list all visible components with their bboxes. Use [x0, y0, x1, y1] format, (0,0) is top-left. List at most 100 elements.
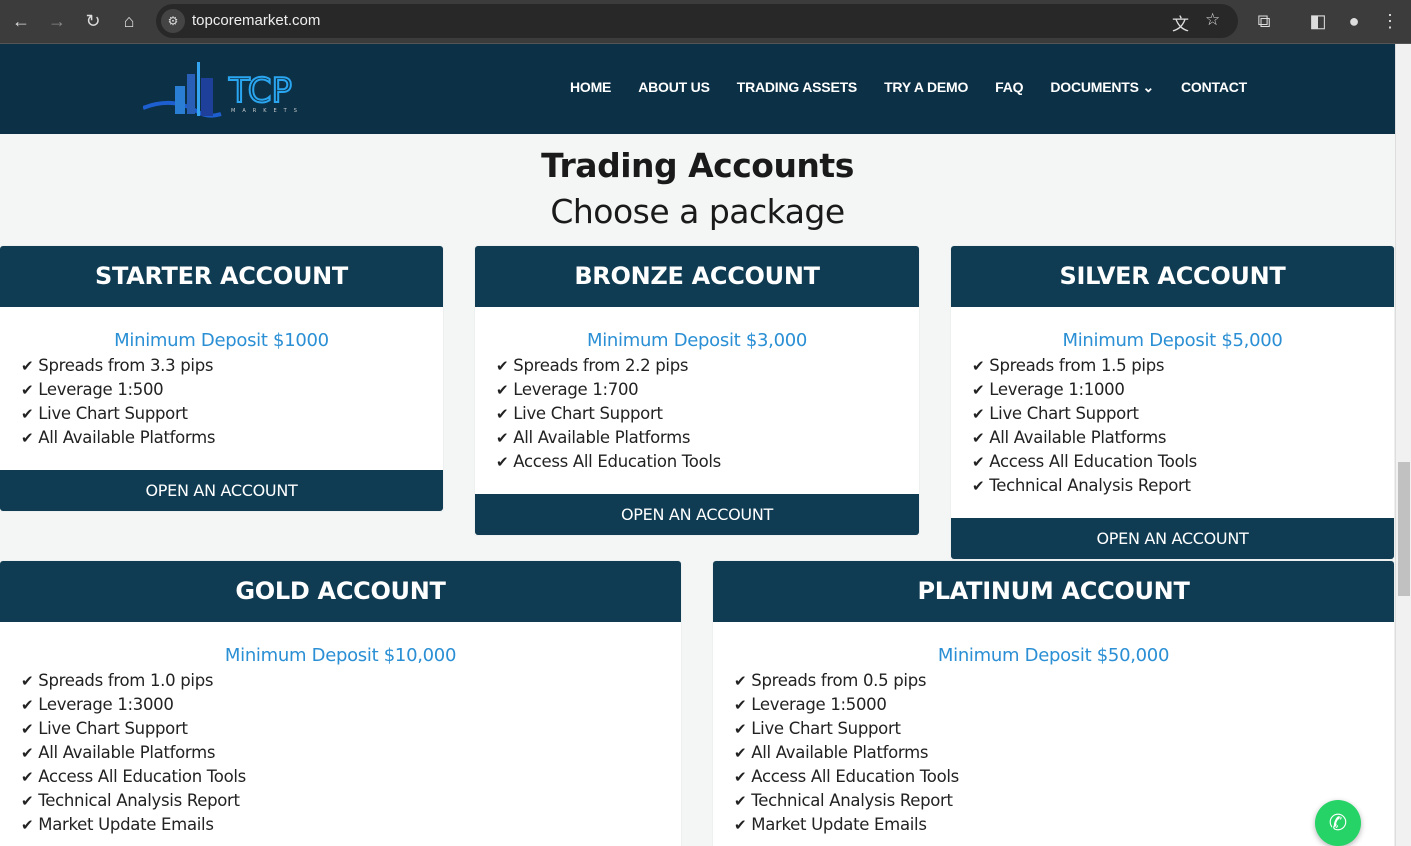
- feature-item: ✔ All Available Platforms: [496, 428, 691, 447]
- scrollbar-thumb[interactable]: [1398, 462, 1410, 596]
- feature-item: ✔ Market Update Emails: [734, 815, 927, 834]
- menu-dots-icon[interactable]: ⋮: [1377, 8, 1403, 34]
- feature-item: ✔ Live Chart Support: [21, 719, 188, 738]
- feature-item: ✔ Leverage 1:3000: [21, 695, 174, 714]
- check-icon: ✔: [972, 405, 985, 423]
- check-icon: ✔: [496, 429, 509, 447]
- feature-item: ✔ All Available Platforms: [734, 743, 929, 762]
- minimum-deposit: Minimum Deposit $3,000: [586, 330, 808, 351]
- page-subtitle: Choose a package: [550, 192, 845, 231]
- chevron-down-icon: ⌄: [1142, 79, 1155, 95]
- open-account-button[interactable]: OPEN AN ACCOUNT: [0, 470, 443, 511]
- check-icon: ✔: [734, 720, 747, 738]
- feature-item: ✔ Spreads from 1.5 pips: [972, 356, 1165, 375]
- check-icon: ✔: [496, 405, 509, 423]
- check-icon: ✔: [21, 768, 34, 786]
- check-icon: ✔: [734, 672, 747, 690]
- feature-item: ✔ Spreads from 3.3 pips: [21, 356, 214, 375]
- feature-item: ✔ Access All Education Tools: [496, 452, 721, 471]
- check-icon: ✔: [734, 816, 747, 834]
- check-icon: ✔: [734, 696, 747, 714]
- check-icon: ✔: [21, 816, 34, 834]
- feature-item: ✔ Spreads from 0.5 pips: [734, 671, 927, 690]
- open-account-button[interactable]: OPEN AN ACCOUNT: [951, 518, 1394, 559]
- address-bar[interactable]: ⚙ topcoremarket.com ⽂ ☆: [156, 4, 1238, 38]
- check-icon: ✔: [21, 744, 34, 762]
- feature-item: ✔ Access All Education Tools: [734, 767, 959, 786]
- check-icon: ✔: [734, 792, 747, 810]
- nav-home[interactable]: HOME: [570, 79, 611, 96]
- check-icon: ✔: [21, 792, 34, 810]
- main-nav: HOME ABOUT US TRADING ASSETS TRY A DEMO …: [570, 79, 1247, 96]
- card-title: SILVER ACCOUNT: [951, 246, 1394, 307]
- check-icon: ✔: [21, 672, 34, 690]
- check-icon: ✔: [972, 381, 985, 399]
- check-icon: ✔: [496, 453, 509, 471]
- minimum-deposit: Minimum Deposit $1000: [114, 330, 329, 351]
- feature-item: ✔ Leverage 1:700: [496, 380, 639, 399]
- nav-contact[interactable]: CONTACT: [1181, 79, 1247, 96]
- feature-list: ✔ Spreads from 0.5 pips ✔ Leverage 1:5000 ✔ L…: [713, 669, 1394, 837]
- check-icon: ✔: [21, 381, 34, 399]
- site-header: TCP MARKETS HOME ABOUT US TRADING ASSETS…: [0, 44, 1395, 134]
- check-icon: ✔: [21, 357, 34, 375]
- feature-list: ✔ Spreads from 1.5 pips ✔ Leverage 1:1000 ✔ L…: [951, 354, 1394, 498]
- account-card: GOLD ACCOUNT Minimum Deposit $10,000 ✔ Spr…: [0, 561, 681, 846]
- feature-list: ✔ Spreads from 2.2 pips ✔ Leverage 1:700 ✔ Li…: [475, 354, 919, 474]
- feature-list: ✔ Spreads from 3.3 pips ✔ Leverage 1:500 ✔ Li…: [0, 354, 443, 450]
- scrollbar[interactable]: [1395, 44, 1411, 846]
- check-icon: ✔: [734, 768, 747, 786]
- forward-icon[interactable]: →: [44, 8, 70, 34]
- browser-toolbar: ← → ↻ ⌂ ⚙ topcoremarket.com ⽂ ☆ ⧉ ◧ ● ⋮: [0, 0, 1411, 44]
- nav-faq[interactable]: FAQ: [995, 79, 1023, 96]
- feature-item: ✔ Spreads from 1.0 pips: [21, 671, 214, 690]
- open-account-button[interactable]: OPEN AN ACCOUNT: [475, 494, 919, 535]
- feature-list: ✔ Spreads from 1.0 pips ✔ Leverage 1:3000 ✔ L…: [0, 669, 681, 837]
- feature-item: ✔ Access All Education Tools: [21, 767, 246, 786]
- account-card: PLATINUM ACCOUNT Minimum Deposit $50,000…: [713, 561, 1394, 846]
- nav-about[interactable]: ABOUT US: [638, 79, 710, 96]
- check-icon: ✔: [972, 357, 985, 375]
- feature-item: ✔ Leverage 1:500: [21, 380, 164, 399]
- profile-icon[interactable]: ●: [1341, 8, 1367, 34]
- card-title: PLATINUM ACCOUNT: [713, 561, 1394, 622]
- feature-item: ✔ All Available Platforms: [972, 428, 1167, 447]
- logo-text: TCP: [228, 71, 292, 111]
- check-icon: ✔: [972, 453, 985, 471]
- back-icon[interactable]: ←: [8, 8, 34, 34]
- card-title: STARTER ACCOUNT: [0, 246, 443, 307]
- site-settings-icon[interactable]: ⚙: [161, 9, 185, 33]
- nav-documents[interactable]: DOCUMENTS ⌄: [1050, 79, 1154, 96]
- feature-item: ✔ All Available Platforms: [21, 743, 216, 762]
- nav-trading-assets[interactable]: TRADING ASSETS: [737, 79, 858, 96]
- feature-item: ✔ Live Chart Support: [734, 719, 901, 738]
- translate-icon[interactable]: ⽂: [1172, 10, 1189, 35]
- check-icon: ✔: [734, 744, 747, 762]
- nav-demo[interactable]: TRY A DEMO: [884, 79, 968, 96]
- minimum-deposit: Minimum Deposit $50,000: [937, 645, 1170, 666]
- feature-item: ✔ Live Chart Support: [972, 404, 1139, 423]
- feature-item: ✔ Live Chart Support: [496, 404, 663, 423]
- check-icon: ✔: [972, 429, 985, 447]
- whatsapp-icon[interactable]: ✆: [1315, 800, 1361, 846]
- feature-item: ✔ Market Update Emails: [21, 815, 214, 834]
- check-icon: ✔: [21, 696, 34, 714]
- account-card: SILVER ACCOUNT Minimum Deposit $5,000 ✔ Sp…: [951, 246, 1394, 559]
- account-card: BRONZE ACCOUNT Minimum Deposit $3,000 ✔ Sp…: [475, 246, 919, 535]
- reload-icon[interactable]: ↻: [80, 8, 106, 34]
- feature-item: ✔ Technical Analysis Report: [734, 791, 953, 810]
- feature-item: ✔ Live Chart Support: [21, 404, 188, 423]
- feature-item: ✔ Technical Analysis Report: [972, 476, 1191, 495]
- minimum-deposit: Minimum Deposit $10,000: [224, 645, 457, 666]
- home-icon[interactable]: ⌂: [116, 8, 142, 34]
- feature-item: ✔ Leverage 1:5000: [734, 695, 887, 714]
- card-title: GOLD ACCOUNT: [0, 561, 681, 622]
- check-icon: ✔: [496, 357, 509, 375]
- feature-item: ✔ Technical Analysis Report: [21, 791, 240, 810]
- extensions-icon[interactable]: ⧉: [1251, 8, 1277, 34]
- bookmark-star-icon[interactable]: ☆: [1205, 10, 1220, 30]
- side-panel-icon[interactable]: ◧: [1305, 8, 1331, 34]
- url-text[interactable]: topcoremarket.com: [192, 12, 320, 29]
- tcp-logo[interactable]: TCP MARKETS: [143, 60, 323, 120]
- card-title: BRONZE ACCOUNT: [475, 246, 919, 307]
